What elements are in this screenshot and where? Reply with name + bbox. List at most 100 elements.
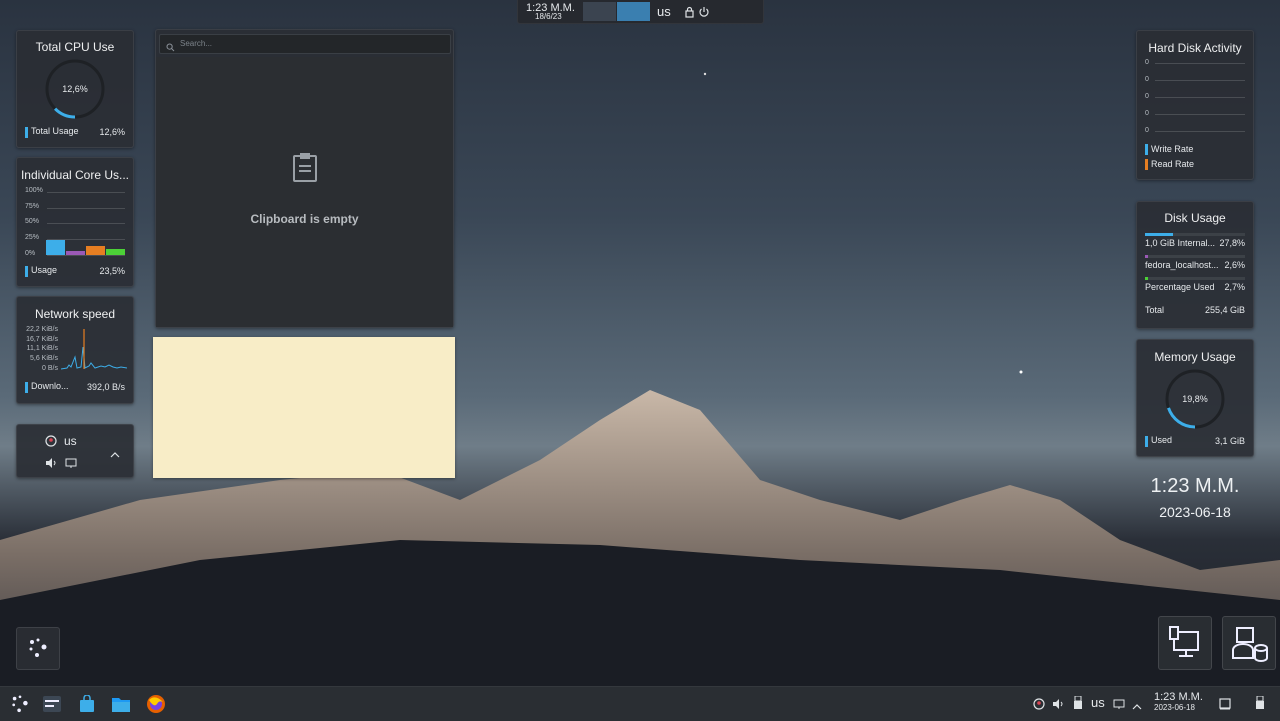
- core-y-tick: 100%: [25, 187, 43, 194]
- usb-device-tray-icon[interactable]: [1073, 695, 1083, 715]
- tray-keyboard-layout[interactable]: us: [64, 434, 77, 448]
- launcher-icon: [12, 695, 28, 713]
- application-launcher-button[interactable]: [7, 691, 33, 717]
- clipboard-widget: Search... Clipboard is empty: [155, 29, 454, 328]
- user-storage-desktop-icon[interactable]: [1222, 616, 1276, 670]
- pager-desktop-2[interactable]: [617, 2, 650, 21]
- network-speed-widget: Network speed 22,2 KiB/s 16,7 KiB/s 11,1 K…: [16, 296, 134, 404]
- disk-activity-y-tick: 0: [1145, 93, 1149, 100]
- cpu-center-value: 12,6%: [62, 84, 88, 94]
- taskbar-clock-date[interactable]: 2023-06-18: [1154, 703, 1195, 712]
- network-status-icon[interactable]: [45, 434, 57, 452]
- taskbar-keyboard-layout[interactable]: us: [1091, 695, 1105, 710]
- show-hidden-tray-chevron-icon[interactable]: [1132, 698, 1142, 716]
- core-widget-title: Individual Core Us...: [20, 168, 130, 182]
- peek-desktop-icon[interactable]: [1255, 695, 1265, 715]
- clipboard-icon: [292, 152, 318, 187]
- system-monitor-desktop-icon[interactable]: [1158, 616, 1212, 670]
- clipboard-search-field[interactable]: Search...: [159, 34, 451, 54]
- lock-icon[interactable]: [684, 5, 695, 23]
- memory-usage-widget: Memory Usage 19,8% Used 3,1 GiB: [1136, 339, 1254, 457]
- cpu-usage-widget: Total CPU Use 12,6% Total Usage 12,6%: [16, 30, 134, 148]
- display-tray-icon[interactable]: [1113, 697, 1125, 715]
- network-y-tick: 16,7 KiB/s: [26, 336, 58, 343]
- network-y-tick: 11,1 KiB/s: [26, 345, 58, 352]
- keyboard-layout-indicator[interactable]: us: [657, 4, 671, 19]
- bottom-taskbar: us 1:23 M.M. 2023-06-18: [0, 686, 1280, 721]
- disk-activity-legend-item: Read Rate: [1145, 159, 1194, 171]
- system-tray-widget: us: [16, 424, 134, 478]
- core-y-tick: 0%: [25, 250, 36, 257]
- network-legend-row: Downlo... 392,0 B/s: [25, 380, 125, 394]
- cpu-widget-title: Total CPU Use: [35, 40, 115, 54]
- disk-activity-y-tick: 0: [1145, 59, 1149, 66]
- disk-total-value: 255,4 GiB: [1204, 305, 1245, 315]
- network-legend-label: Downlo...: [31, 381, 69, 392]
- taskbar-clock-time[interactable]: 1:23 M.M.: [1154, 691, 1203, 703]
- cpu-legend-row: Total Usage 12,6%: [25, 125, 125, 139]
- disk-activity-widget: Hard Disk Activity 0 0 0 0 0 Write Rate Read …: [1136, 30, 1254, 180]
- show-desktop-icon[interactable]: [1219, 697, 1231, 715]
- core-y-tick: 75%: [25, 203, 40, 210]
- desktop-clock-time: 1:23 M.M.: [1150, 475, 1240, 497]
- core-bar: [46, 239, 65, 255]
- clipboard-empty-message: Clipboard is empty: [250, 212, 359, 226]
- network-y-tick: 5,6 KiB/s: [29, 355, 58, 362]
- system-settings-taskbar-button[interactable]: [39, 691, 65, 717]
- display-config-icon[interactable]: [65, 456, 77, 474]
- discover-taskbar-button[interactable]: [74, 691, 100, 717]
- firefox-taskbar-button[interactable]: [143, 691, 169, 717]
- disk-usage-row: fedora_localhost... 2,6%: [1145, 260, 1245, 270]
- network-widget-title: Network speed: [34, 307, 116, 321]
- core-y-tick: 50%: [25, 218, 40, 225]
- cpu-legend-label: Total Usage: [31, 126, 79, 137]
- clipboard-search-placeholder: Search...: [180, 39, 213, 48]
- pager-desktop-1[interactable]: [583, 2, 616, 21]
- disk-activity-y-tick: 0: [1145, 76, 1149, 83]
- network-graph: [61, 329, 127, 370]
- network-y-tick: 0 B/s: [42, 365, 58, 372]
- disk-activity-y-tick: 0: [1145, 110, 1149, 117]
- disk-activity-title: Hard Disk Activity: [1148, 41, 1242, 55]
- cpu-legend-value: 12,6%: [99, 127, 125, 137]
- volume-icon[interactable]: [45, 456, 57, 474]
- core-bar: [106, 248, 125, 255]
- memory-widget-title: Memory Usage: [1154, 350, 1236, 364]
- launcher-desktop-button[interactable]: [16, 627, 60, 670]
- core-y-tick: 25%: [25, 234, 40, 241]
- firefox-icon: [147, 695, 165, 713]
- disk-usage-widget: Disk Usage 1,0 GiB Internal... 27,8% fedor…: [1136, 201, 1254, 329]
- disk-activity-gridline: [1155, 63, 1245, 64]
- settings-panel-icon: [43, 696, 61, 712]
- disk-total-row: Total 255,4 GiB: [1145, 303, 1245, 317]
- clipboard-list-area: [156, 57, 453, 327]
- shopping-bag-icon: [80, 695, 94, 712]
- top-panel: 1:23 M.M. 18/6/23 us: [517, 0, 764, 24]
- sticky-note-widget[interactable]: [153, 337, 455, 478]
- file-manager-taskbar-button[interactable]: [108, 691, 134, 717]
- network-y-tick: 22,2 KiB/s: [26, 326, 58, 333]
- disk-total-label: Total: [1145, 305, 1165, 315]
- volume-tray-icon[interactable]: [1052, 697, 1064, 715]
- app-launcher-icon: [28, 638, 48, 663]
- expand-tray-chevron-icon[interactable]: [110, 446, 120, 464]
- core-bar: [66, 251, 85, 255]
- network-tray-icon[interactable]: [1033, 697, 1045, 715]
- disk-usage-row: Percentage Used 2,7%: [1145, 282, 1245, 292]
- memory-center-value: 19,8%: [1182, 394, 1208, 404]
- desktop-clock-date: 2023-06-18: [1159, 504, 1231, 520]
- power-icon[interactable]: [698, 5, 710, 23]
- core-legend-value: 23,5%: [99, 266, 125, 276]
- disk-activity-gridline: [1155, 131, 1245, 132]
- user-database-icon: [1231, 624, 1269, 667]
- folder-icon: [112, 698, 130, 712]
- network-legend-value: 392,0 B/s: [86, 382, 125, 392]
- disk-usage-title: Disk Usage: [1164, 211, 1226, 225]
- disk-usage-row: 1,0 GiB Internal... 27,8%: [1145, 238, 1245, 248]
- core-legend-row: Usage 23,5%: [25, 264, 125, 278]
- top-clock-date: 18/6/23: [535, 12, 562, 21]
- memory-legend-value: 3,1 GiB: [1214, 436, 1245, 446]
- search-icon: [166, 39, 175, 57]
- disk-activity-y-tick: 0: [1145, 127, 1149, 134]
- core-bar: [86, 245, 105, 255]
